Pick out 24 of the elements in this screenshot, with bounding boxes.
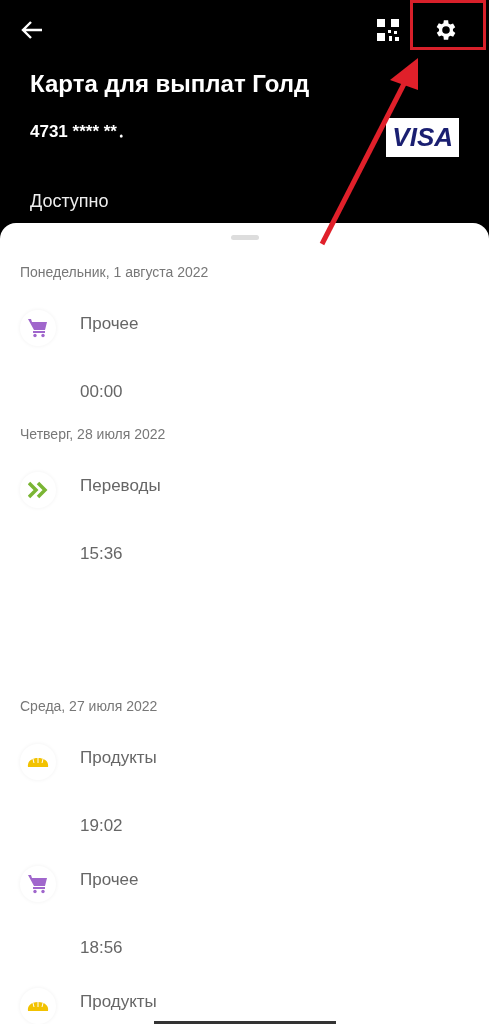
transaction-time: 15:36 bbox=[80, 544, 124, 564]
transaction-category[interactable]: Продукты bbox=[80, 988, 469, 1024]
back-button[interactable] bbox=[20, 20, 44, 40]
transaction-category[interactable]: Прочее bbox=[80, 310, 469, 346]
drag-handle[interactable] bbox=[230, 235, 259, 240]
qr-code-icon[interactable] bbox=[377, 19, 399, 41]
transaction-time: 19:02 bbox=[80, 816, 124, 836]
date-heading: Понедельник, 1 августа 2022 bbox=[20, 264, 210, 280]
cart-icon bbox=[27, 874, 49, 894]
transaction-category[interactable]: Прочее bbox=[80, 866, 469, 902]
transaction-time: 18:56 bbox=[80, 938, 124, 958]
bread-icon bbox=[26, 999, 50, 1013]
double-chevron-icon bbox=[28, 481, 48, 499]
card-brand-logo: VISA bbox=[386, 118, 459, 157]
date-heading: Четверг, 28 июля 2022 bbox=[20, 426, 167, 442]
transaction-category[interactable]: Переводы bbox=[80, 472, 469, 508]
transaction-time: 00:00 bbox=[80, 382, 124, 402]
transaction-category[interactable]: Продукты bbox=[80, 744, 469, 780]
card-title: Карта для выплат Голд bbox=[30, 70, 311, 98]
balance-label: Доступно bbox=[30, 191, 110, 212]
card-number: 4731 **** **․ bbox=[30, 121, 126, 142]
cart-icon bbox=[27, 318, 49, 338]
date-heading: Среда, 27 июля 2022 bbox=[20, 698, 159, 714]
bread-icon bbox=[26, 755, 50, 769]
